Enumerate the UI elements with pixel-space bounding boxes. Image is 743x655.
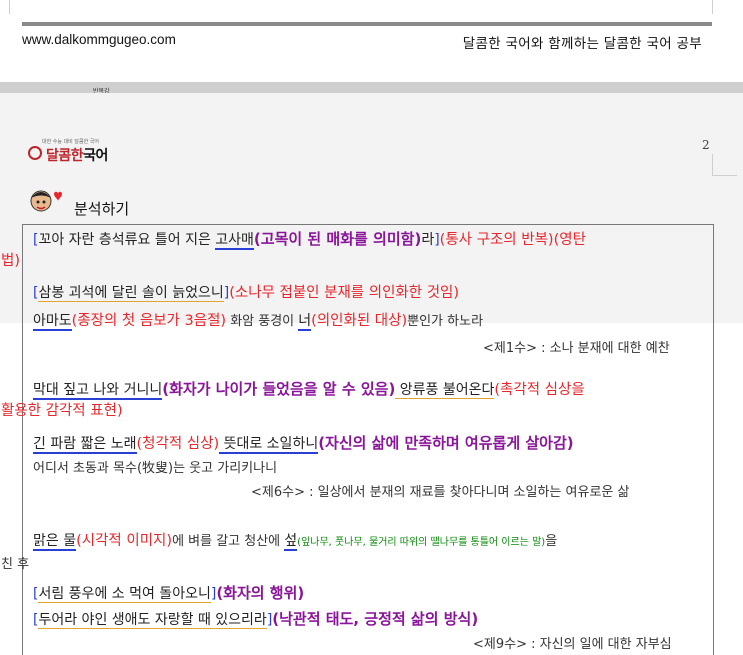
stanza-summary: <제6수> : 일상에서 분재의 재료를 찾아다니며 소일하는 여유로운 삶 [251, 485, 630, 500]
line-keyword: 긴 파람 짧은 노래 [33, 436, 137, 454]
annotation-purple: (고목이 된 매화를 의미함) [253, 230, 422, 248]
poem-line: 아마도(종장의 첫 음보가 3음절) 화암 풍경이 너(의인화된 대상)뿐인가 … [33, 311, 483, 332]
seal-icon [28, 146, 42, 160]
annotation-purple: (낙관적 태도, 긍정적 삶의 방식) [272, 610, 479, 628]
line-text: 을 [545, 534, 558, 549]
annotation-purple: (자신의 삶에 만족하며 여유롭게 살아감) [318, 434, 574, 452]
line-keyword: 맑은 물 [33, 533, 77, 551]
annotation-red: (종장의 첫 음보가 3음절) [71, 313, 227, 329]
annotation-red: (시각적 이미지) [76, 533, 173, 549]
poem-line: [삼봉 괴석에 달린 솔이 늙었으니](소나무 접붙인 분재를 의인화한 것임) [33, 283, 459, 303]
line-keyword: 섶 [284, 533, 298, 551]
line-keyword: 너 [298, 313, 312, 331]
line-text: 뿐인가 하노라 [407, 314, 484, 329]
line-text: 삼봉 괴석에 달린 솔이 [38, 285, 173, 302]
line-text: 꼬아 자란 층석류요 틀어 지은 [38, 232, 216, 248]
section-title: 분석하기 [74, 200, 130, 218]
annotation-purple: (화자의 행위) [216, 584, 305, 602]
line-keyword: 뜻대로 소일하니 [219, 436, 319, 454]
line-text: 늙었으니 [172, 285, 224, 302]
crop-mark [9, 0, 10, 14]
line-text: 앙류풍 불어온다 [395, 382, 495, 399]
brand-logo: 대한 수능 대비 달콤한 국어 달콤한국어 [28, 138, 158, 172]
poem-line: 친 후 [1, 557, 30, 572]
annotation-purple: (화자가 나이가 들었음을 알 수 있음) [162, 380, 396, 398]
page-number: 2 [702, 138, 710, 152]
poem-line: 막대 짚고 나와 거니니(화자가 나이가 들었음을 알 수 있음) 앙류풍 불어… [33, 379, 585, 400]
poem-line: 활용한 감각적 표현) [1, 403, 123, 419]
poem-line: 법) [1, 253, 20, 269]
line-text: 두어라 야인 생애도 자랑할 때 있으리라 [38, 612, 267, 629]
line-text: 서림 풍우에 소 먹여 돌아오니 [38, 586, 211, 603]
line-text: 라 [421, 232, 435, 248]
analysis-box: [꼬아 자란 층석류요 틀어 지은 고사매(고목이 된 매화를 의미함)라](통… [1, 224, 714, 655]
logo-name: 달콤한국어 [46, 145, 108, 165]
logo-name-red: 달콤한 [46, 148, 84, 164]
annotation-red: (청각적 심상) [136, 436, 220, 452]
annotation-red: (통사 구조의 반복)(영탄 [439, 232, 586, 248]
logo-name-black: 국어 [83, 148, 108, 164]
line-text: 에 벼를 갈고 청산에 [172, 534, 285, 549]
line-keyword: 고사매 [215, 232, 254, 250]
header-slogan: 달콤한 국어와 함께하는 달콤한 국어 공부 [462, 36, 702, 52]
crop-mark [712, 154, 713, 176]
line-text: 화암 풍경이 [226, 314, 299, 329]
poem-line: 어디서 초동과 목수(牧叟)는 웃고 가리키나니 [33, 461, 278, 476]
crop-mark [712, 175, 737, 176]
annotation-red: (의인화된 대상) [311, 313, 408, 329]
line-keyword: 아마도 [33, 313, 72, 331]
annotation-green: (잎나무, 풋나무, 물거리 따위의 땔나무를 통틀어 이르는 말) [297, 537, 546, 548]
poem-line: [꼬아 자란 층석류요 틀어 지은 고사매(고목이 된 매화를 의미함)라](통… [33, 229, 586, 250]
line-keyword: 막대 짚고 나와 거니니 [33, 382, 163, 400]
crop-mark [712, 0, 713, 14]
poem-line: 긴 파람 짧은 노래(청각적 심상) 뜻대로 소일하니(자신의 삶에 만족하며 … [33, 433, 574, 454]
annotation-red: (소나무 접붙인 분재를 의인화한 것임) [229, 285, 460, 301]
page-divider [0, 82, 743, 93]
mascot-icon [30, 190, 62, 212]
stanza-summary: <제9수> : 자신의 일에 대한 자부심 [473, 637, 672, 652]
poem-line: [두어라 야인 생애도 자랑할 때 있으리라](낙관적 태도, 긍정적 삶의 방… [33, 609, 478, 630]
stanza-summary: <제1수> : 소나 분재에 대한 예찬 [483, 341, 670, 356]
poem-line: 맑은 물(시각적 이미지)에 벼를 갈고 청산에 섶(잎나무, 풋나무, 물거리… [33, 531, 557, 553]
page-header: www.dalkommgugeo.com 달콤한 국어와 함께하는 달콤한 국어… [22, 22, 712, 52]
annotation-red: (촉각적 심상을 [494, 382, 585, 398]
top-margin [0, 0, 743, 22]
logo-small-text: 대한 수능 대비 달콤한 국어 [42, 139, 99, 145]
poem-line: [서림 풍우에 소 먹여 돌아오니](화자의 행위) [33, 583, 304, 604]
site-url[interactable]: www.dalkommgugeo.com [22, 32, 176, 47]
